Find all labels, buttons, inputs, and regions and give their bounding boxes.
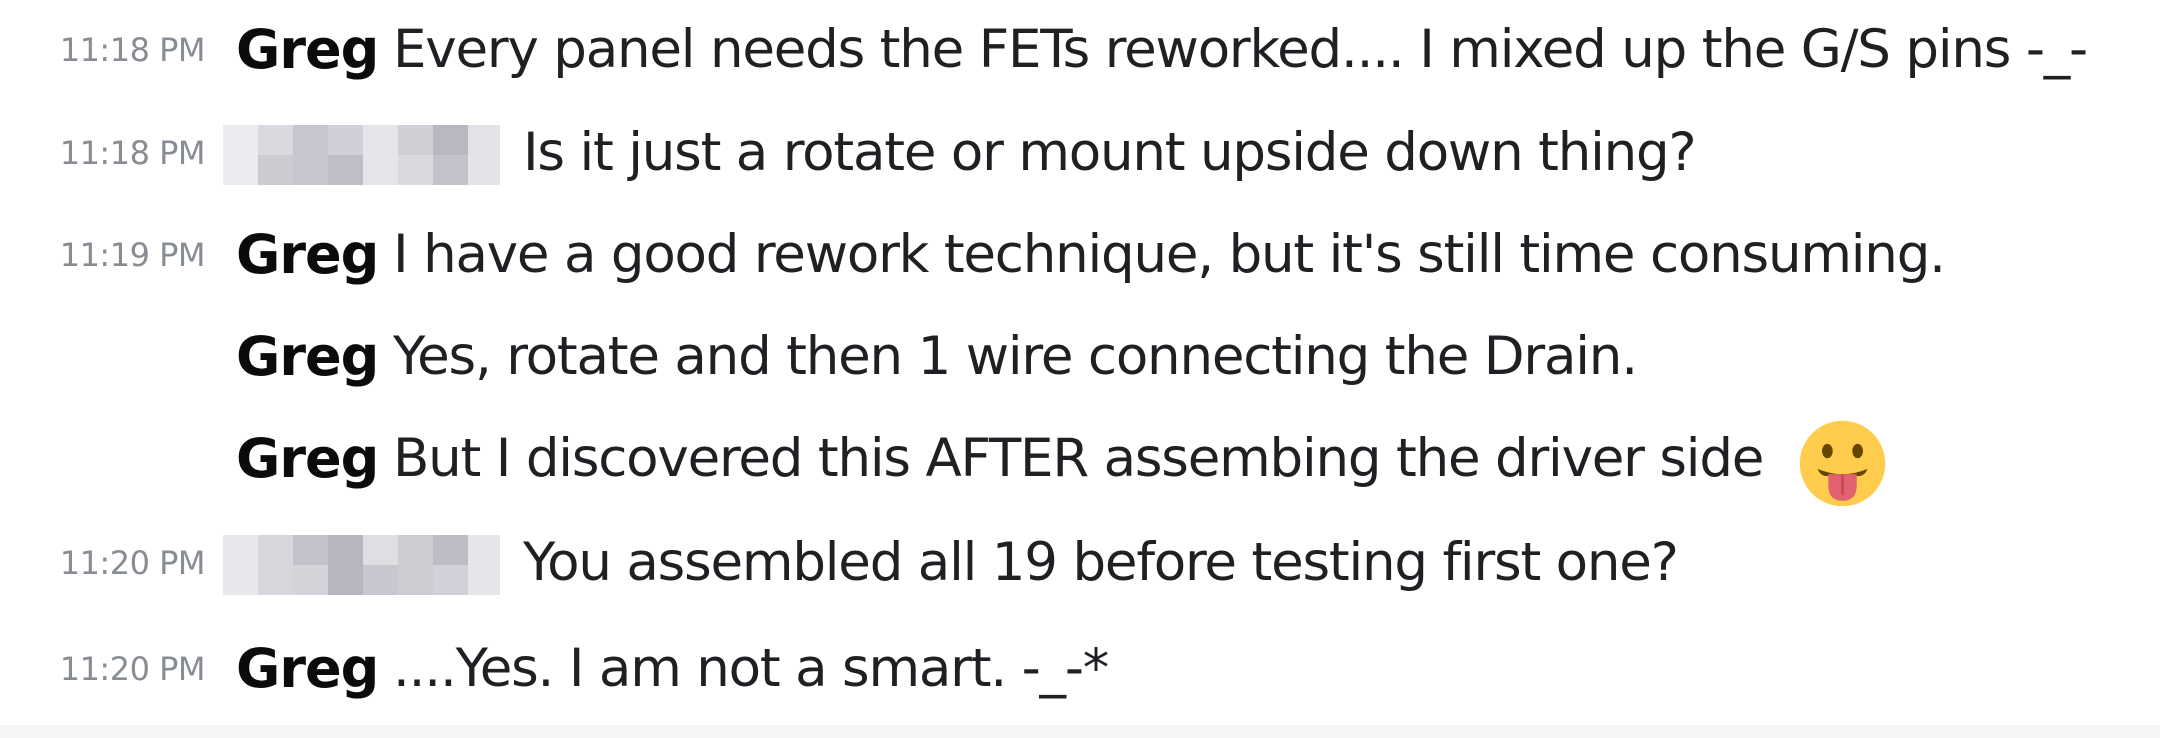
message-text: ....Yes. I am not a smart. -_-* [393,638,1109,699]
message-text: Every panel needs the FETs reworked.... … [393,19,2088,80]
chat-log: 11:18 PM Greg Every panel needs the FETs… [0,0,2160,725]
message-text: You assembled all 19 before testing firs… [523,532,1679,593]
chat-message[interactable]: 11:18 PM Is it just a rotate or mount up… [0,108,2160,198]
message-timestamp[interactable]: 11:20 PM [60,624,206,714]
chat-message[interactable]: 11:20 PM Greg ....Yes. I am not a smart.… [0,624,2160,714]
message-text: But I discovered this AFTER assembing th… [393,428,1764,489]
message-input-area-edge [0,725,2160,738]
message-text: Yes, rotate and then 1 wire connecting t… [393,326,1638,387]
stuck-out-tongue-emoji-icon [1798,419,1887,508]
message-text: I have a good rework technique, but it's… [393,224,1946,285]
message-text: Is it just a rotate or mount upside down… [523,122,1697,183]
chat-message[interactable]: Greg But I discovered this AFTER assembi… [0,414,2160,507]
chat-message[interactable]: Greg Yes, rotate and then 1 wire connect… [0,312,2160,402]
message-username[interactable]: Greg [236,5,379,95]
chat-message[interactable]: 11:18 PM Greg Every panel needs the FETs… [0,5,2160,95]
message-timestamp[interactable]: 11:20 PM [60,518,206,608]
message-username[interactable]: Greg [236,210,379,300]
chat-message[interactable]: 11:19 PM Greg I have a good rework techn… [0,210,2160,300]
message-timestamp[interactable]: 11:18 PM [60,108,206,198]
message-username[interactable]: Greg [236,312,379,402]
message-timestamp[interactable]: 11:19 PM [60,210,206,300]
message-username[interactable]: Greg [236,414,379,504]
message-timestamp[interactable]: 11:18 PM [60,5,206,95]
message-username[interactable]: Greg [236,624,379,714]
redacted-username[interactable] [223,535,500,595]
redacted-username[interactable] [223,125,500,185]
chat-message[interactable]: 11:20 PM You assembled all 19 before tes… [0,518,2160,608]
